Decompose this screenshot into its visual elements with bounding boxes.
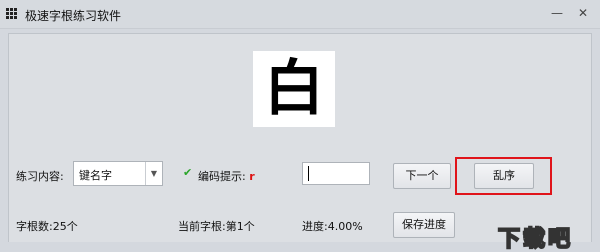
window-title: 极速字根练习软件 [25,9,122,23]
hint-label-wrap: 编码提示: r [198,168,255,184]
answer-input[interactable] [302,162,370,185]
current-character: 白 [264,54,324,124]
hint-label: 编码提示: [198,170,246,183]
content-select[interactable]: 键名字 ▼ [73,161,163,186]
title-bar: 极速字根练习软件 — ✕ [0,0,600,29]
character-display: 白 [253,51,335,127]
status-count: 字根数:25个 [16,220,78,233]
status-progress: 进度:4.00% [302,220,363,233]
highlight-box [455,157,552,195]
save-progress-button[interactable]: 保存进度 [393,212,455,238]
text-caret [308,166,309,181]
watermark-logo: 下载吧 [497,227,574,252]
content-select-value: 键名字 [79,169,112,182]
app-grid-icon [6,8,18,20]
next-button[interactable]: 下一个 [393,163,451,189]
content-label: 练习内容: [16,170,64,183]
status-current: 当前字根:第1个 [178,220,255,233]
close-icon[interactable]: ✕ [574,4,592,22]
chevron-down-icon[interactable]: ▼ [145,162,162,185]
checkmark-icon[interactable]: ✔ [183,167,194,178]
hint-code: r [249,170,255,183]
minimize-icon[interactable]: — [548,4,566,22]
